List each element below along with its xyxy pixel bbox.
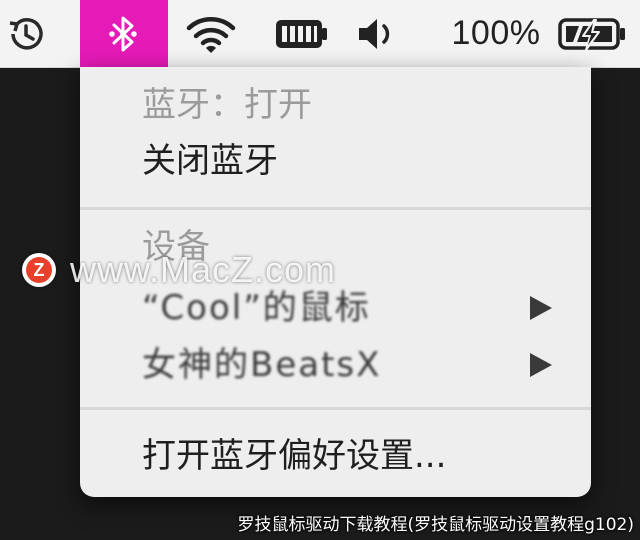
volume-icon bbox=[355, 14, 401, 54]
menu-bar: 100% bbox=[0, 0, 640, 68]
watermark-logo: Z bbox=[22, 253, 56, 287]
bluetooth-status-label: 蓝牙：打开 bbox=[142, 85, 312, 125]
watermark-logo-letter: Z bbox=[26, 257, 52, 283]
wifi-menu-button[interactable] bbox=[180, 0, 242, 67]
image-caption: 罗技鼠标驱动下载教程(罗技鼠标驱动设置教程g102) bbox=[237, 515, 634, 535]
device-item-mouse[interactable]: “Cool”的鼠标 bbox=[142, 288, 371, 328]
device-item-beatsx[interactable]: 女神的BeatsX bbox=[142, 345, 381, 385]
watermark: Z www.MacZ.com bbox=[22, 249, 337, 290]
volume-menu-button[interactable] bbox=[353, 0, 403, 67]
turn-off-bluetooth-item[interactable]: 关闭蓝牙 bbox=[142, 141, 278, 181]
open-bluetooth-preferences-item[interactable]: 打开蓝牙偏好设置... bbox=[142, 436, 446, 476]
watermark-text: www.MacZ.com bbox=[70, 249, 337, 290]
bluetooth-icon bbox=[104, 12, 144, 56]
battery-status-button[interactable] bbox=[553, 0, 633, 67]
battery-app-icon bbox=[273, 14, 329, 54]
time-machine-button[interactable] bbox=[0, 0, 52, 67]
wifi-icon bbox=[185, 12, 237, 56]
history-icon bbox=[4, 12, 48, 56]
submenu-arrow-icon bbox=[530, 353, 552, 377]
battery-app-button[interactable] bbox=[270, 0, 332, 67]
battery-charging-icon bbox=[557, 12, 629, 56]
menu-separator bbox=[80, 207, 591, 210]
submenu-arrow-icon bbox=[530, 296, 552, 320]
bluetooth-menu-button[interactable] bbox=[80, 0, 168, 67]
menu-separator bbox=[80, 407, 591, 410]
battery-percentage[interactable]: 100% bbox=[446, 0, 546, 67]
